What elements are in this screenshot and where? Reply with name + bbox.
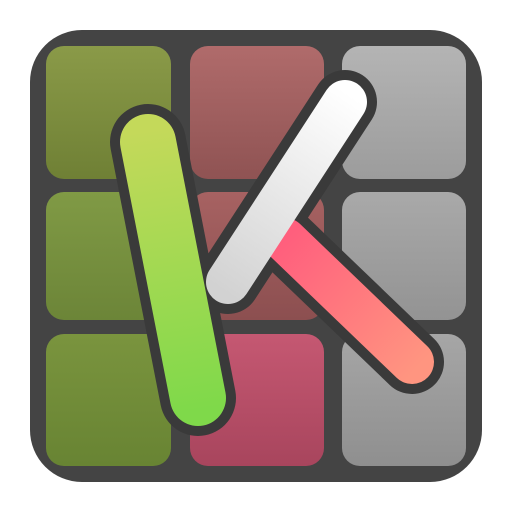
- k-letter-icon: [30, 30, 482, 482]
- app-icon: [0, 0, 512, 512]
